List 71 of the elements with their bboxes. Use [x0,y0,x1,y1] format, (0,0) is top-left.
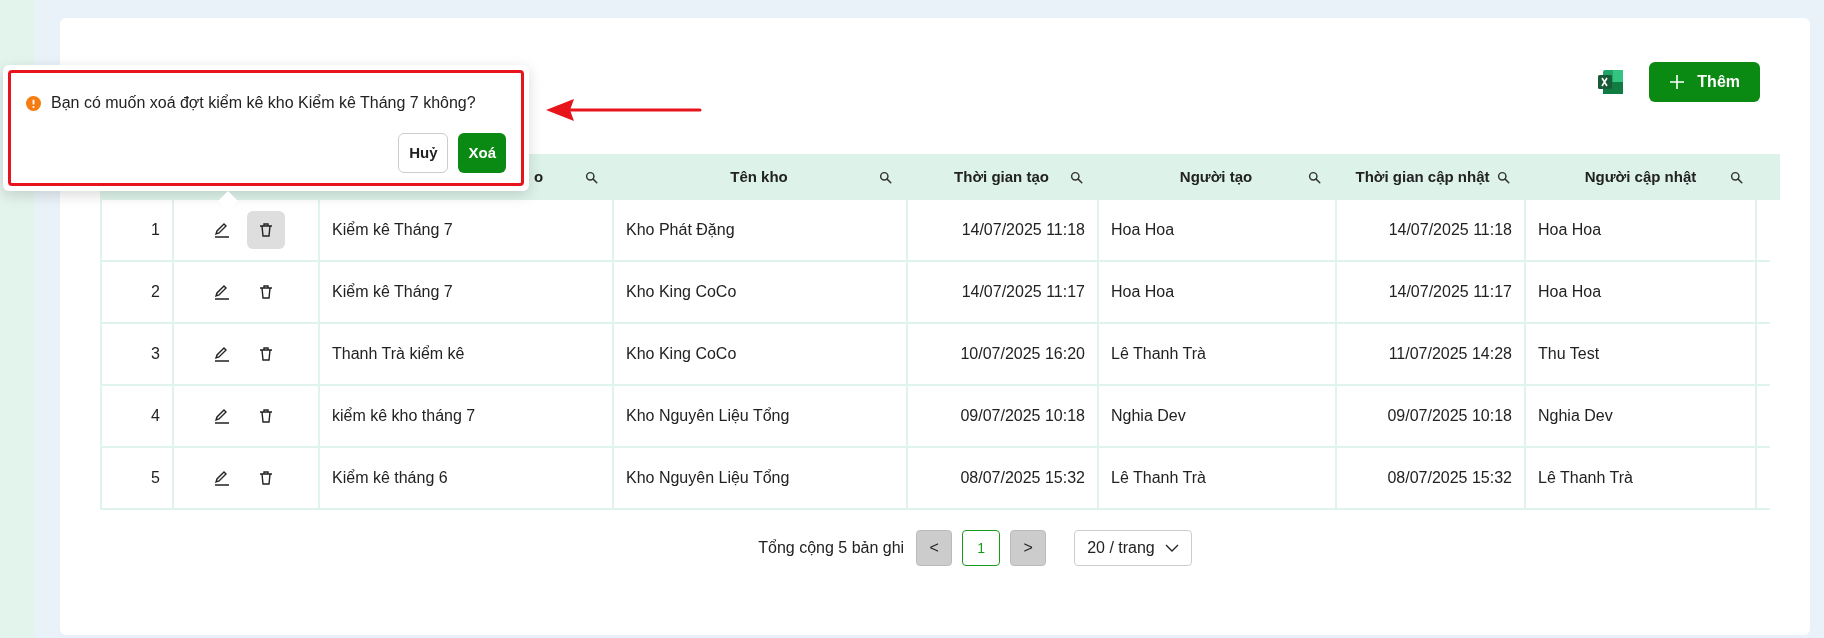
total-count: Tổng cộng 5 bản ghi [758,538,905,558]
table-cell: 08/07/2025 15:32 [1335,448,1524,508]
table-cell: Lê Thanh Trà [1097,324,1335,384]
add-button[interactable]: Thêm [1649,62,1760,102]
column-header: Tên kho [730,166,788,187]
table-cell: Kho King CoCo [612,262,906,322]
table-cell: Lê Thanh Trà [1524,448,1757,508]
table-cell: 10/07/2025 16:20 [906,324,1097,384]
search-icon[interactable] [1308,170,1321,184]
trash-icon [258,222,274,238]
trash-icon [258,346,274,362]
table-cell: Kho Phát Đặng [612,200,906,260]
table-cell: Hoa Hoa [1097,200,1335,260]
column-header: Thời gian tạo [954,166,1049,187]
table-cell: Thu Test [1524,324,1757,384]
table-cell: 4 [100,386,172,446]
search-icon[interactable] [1730,170,1743,184]
search-icon[interactable] [1497,170,1510,184]
table-cell: kiểm kê kho tháng 7 [318,386,612,446]
column-header: o [534,166,544,187]
next-page-button[interactable]: > [1010,530,1047,566]
delete-button[interactable] [247,211,285,249]
table-cell: Kho Nguyên Liệu Tổng [612,386,906,446]
cancel-button[interactable]: Huỷ [398,133,449,173]
trash-icon [258,284,274,300]
table-cell: 09/07/2025 10:18 [1335,386,1524,446]
table-cell: Hoa Hoa [1524,200,1757,260]
table-cell: Hoa Hoa [1524,262,1757,322]
pencil-icon [214,284,230,300]
confirm-message: Bạn có muốn xoá đợt kiểm kê kho Kiểm kê Tháng 7 không? [51,93,476,113]
search-icon[interactable] [1070,170,1083,184]
table-cell: 14/07/2025 11:17 [1335,262,1524,322]
chevron-down-icon [1164,543,1179,553]
table-cell: Nghia Dev [1524,386,1757,446]
delete-confirm-button[interactable]: Xoá [458,133,506,173]
trash-icon [258,470,274,486]
warning-icon [26,95,41,111]
pencil-icon [214,346,230,362]
table-cell: 14/07/2025 11:18 [906,200,1097,260]
pencil-icon [214,408,230,424]
column-header: Người cập nhật [1584,166,1697,187]
table-cell: 08/07/2025 15:32 [906,448,1097,508]
table-cell: 11/07/2025 14:28 [1335,324,1524,384]
table-cell: 14/07/2025 11:18 [1335,200,1524,260]
table-cell: 14/07/2025 11:17 [906,262,1097,322]
plus-icon [1669,74,1686,90]
table-cell: Kho King CoCo [612,324,906,384]
table-cell: 09/07/2025 10:18 [906,386,1097,446]
table-cell: 1 [100,200,172,260]
table-cell: Lê Thanh Trà [1097,448,1335,508]
table-cell: Kiểm kê Tháng 7 [318,200,612,260]
page-size-select[interactable]: 20 / trang [1074,530,1192,566]
table-cell: Nghia Dev [1097,386,1335,446]
search-icon[interactable] [879,170,892,184]
search-icon[interactable] [585,170,598,184]
column-header: Thời gian cập nhật [1355,166,1490,187]
trash-icon [258,408,274,424]
table-cell: Kiểm kê tháng 6 [318,448,612,508]
table-cell: Kiểm kê Tháng 7 [318,262,612,322]
table-cell: Thanh Trà kiểm kê [318,324,612,384]
table-cell: 5 [100,448,172,508]
page-button[interactable]: 1 [962,530,1001,566]
table-cell: 3 [100,324,172,384]
spreadsheet-icon[interactable] [1597,68,1626,96]
pencil-icon [214,222,230,238]
table-cell: Hoa Hoa [1097,262,1335,322]
table-cell: Kho Nguyên Liệu Tổng [612,448,906,508]
pencil-icon [214,470,230,486]
table-cell: 2 [100,262,172,322]
column-header: Người tạo [1179,166,1253,187]
previous-page-button[interactable]: < [916,530,953,566]
